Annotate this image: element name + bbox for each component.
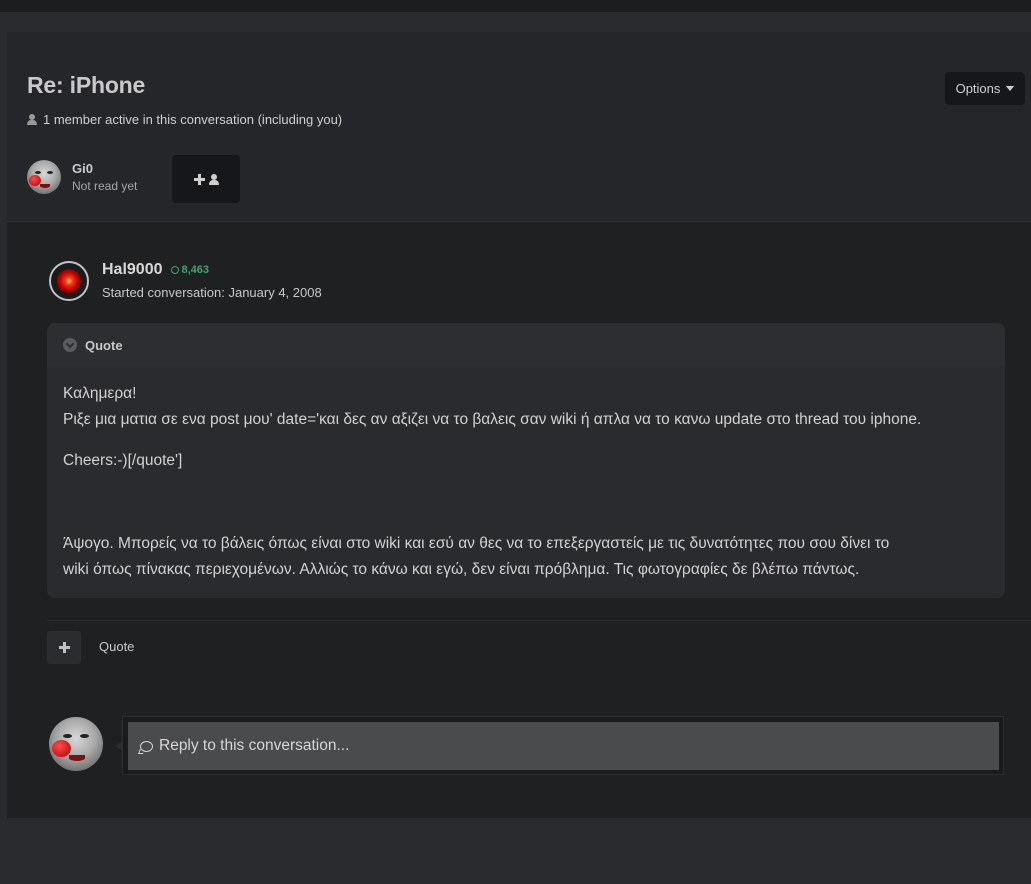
post-line: Άψογο. Μπορείς να το βάλεις όπως είναι σ… (63, 535, 890, 552)
post-line: Ριξε μια ματια σε ενα post μου' date='κα… (63, 411, 922, 428)
participant-gi0[interactable]: Gi0 Not read yet (27, 160, 137, 194)
plus-icon (193, 173, 205, 185)
comment-icon (140, 740, 153, 752)
user-icon (27, 114, 37, 125)
chevron-down-icon[interactable] (63, 338, 77, 352)
reputation-icon (170, 266, 179, 274)
participant-status: Not read yet (72, 179, 138, 193)
active-members-line: 1 member active in this conversation (in… (27, 112, 342, 127)
caret-down-icon (1006, 86, 1015, 91)
plus-icon (58, 642, 70, 653)
reply-box: Reply to this conversation... (122, 716, 1004, 775)
reply-avatar[interactable] (49, 717, 103, 771)
options-button[interactable]: Options (945, 72, 1025, 105)
hal-eye-image (57, 269, 81, 293)
options-label: Options (955, 81, 1001, 96)
divider (47, 620, 1031, 621)
post-line: Καλημερα! (63, 385, 137, 402)
conversation-header: Re: iPhone Options 1 member active in th… (7, 32, 1031, 222)
quote-block: Quote Καλημερα! Ριξε μια ματια σε ενα po… (47, 323, 1005, 598)
post-line: Cheers:-)[/quote'] (63, 452, 183, 469)
author-name[interactable]: Hal9000 (102, 261, 163, 279)
quote-body: Καλημερα! Ριξε μια ματια σε ενα post μου… (47, 367, 1005, 583)
quote-label: Quote (85, 337, 123, 353)
multiquote-button[interactable] (47, 631, 81, 664)
post-author: Hal9000 8,463 (102, 261, 209, 279)
user-icon (208, 173, 219, 185)
post-line: wiki όπως πίνακας περιεχομένων. Αλλιώς τ… (63, 561, 860, 578)
page-title: Re: iPhone (27, 72, 146, 98)
add-participant-button[interactable] (172, 155, 240, 203)
participant-name[interactable]: Gi0 (72, 161, 137, 176)
conversation-panel: Re: iPhone Options 1 member active in th… (7, 32, 1031, 818)
reply-placeholder: Reply to this conversation... (159, 737, 350, 754)
reputation-badge: 8,463 (170, 264, 210, 276)
active-members-text: 1 member active in this conversation (in… (43, 112, 343, 127)
quote-header[interactable]: Quote (47, 323, 1005, 367)
quote-link[interactable]: Quote (99, 639, 134, 654)
top-bar (0, 0, 1031, 12)
started-date: Started conversation: January 4, 2008 (102, 285, 322, 300)
reply-input[interactable]: Reply to this conversation... (128, 722, 999, 770)
author-avatar[interactable] (49, 261, 89, 301)
reputation-count: 8,463 (181, 264, 210, 276)
avatar[interactable] (27, 160, 61, 194)
